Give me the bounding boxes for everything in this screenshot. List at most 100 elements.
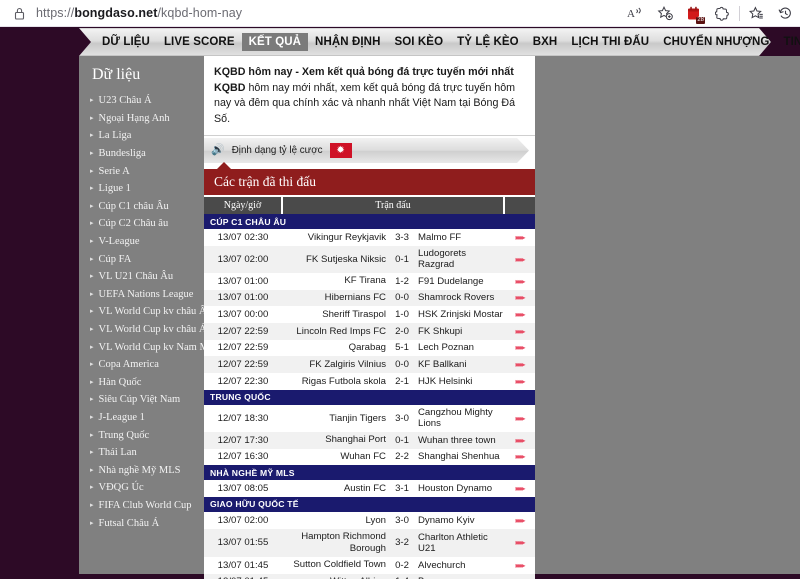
table-row[interactable]: 13/07 01:55Hampton Richmond Borough3-2Ch… <box>204 529 535 557</box>
sidebar-item-19[interactable]: ▸Trung Quốc <box>79 426 204 444</box>
match-score: 5-1 <box>386 340 418 357</box>
home-team: FK Sutjeska Niksic <box>282 246 386 273</box>
sidebar-item-10[interactable]: ▸VL U21 Châu Âu <box>79 268 204 286</box>
sidebar-item-13[interactable]: ▸VL World Cup kv châu Á <box>79 321 204 339</box>
sidebar-item-1[interactable]: ▸Ngoại Hạng Anh <box>79 110 204 128</box>
sidebar-item-24[interactable]: ▸Futsal Châu Á <box>79 514 204 532</box>
nav-item-4[interactable]: SOI KÈO <box>387 33 450 51</box>
sidebar-item-12[interactable]: ▸VL World Cup kv châu Âu <box>79 303 204 321</box>
arrow-marker-icon: ▸▸▸▸ <box>515 516 523 525</box>
match-detail-arrows-icon[interactable]: ▸▸▸▸ <box>504 512 535 529</box>
match-detail-arrows-icon[interactable]: ▸▸▸▸ <box>504 529 535 557</box>
table-row[interactable]: 13/07 01:00Hibernians FC0-0Shamrock Rove… <box>204 290 535 307</box>
hong-kong-odds-flag[interactable]: ✹ <box>330 143 352 158</box>
nav-item-3[interactable]: NHẬN ĐỊNH <box>308 33 387 51</box>
table-row[interactable]: 12/07 22:30Rigas Futbola skola2-1HJK Hel… <box>204 373 535 390</box>
add-to-collections-icon[interactable] <box>650 0 679 27</box>
nav-item-6[interactable]: BXH <box>526 33 565 51</box>
match-detail-arrows-icon[interactable]: ▸▸▸▸ <box>504 557 535 574</box>
league-name: CÚP C1 CHÂU ÂU <box>204 214 535 229</box>
table-row[interactable]: 13/07 02:00Lyon3-0Dynamo Kyiv▸▸▸▸ <box>204 512 535 529</box>
nav-item-2[interactable]: KẾT QUẢ <box>242 33 308 51</box>
table-row[interactable]: 13/07 01:45Sutton Coldfield Town0-2Alvec… <box>204 557 535 574</box>
sidebar-item-6[interactable]: ▸Cúp C1 châu Âu <box>79 198 204 216</box>
sidebar-item-3[interactable]: ▸Bundesliga <box>79 145 204 163</box>
table-row[interactable]: 12/07 18:30Tianjin Tigers3-0Cangzhou Mig… <box>204 405 535 432</box>
calendar-extension-icon[interactable]: 28 <box>679 0 708 27</box>
match-detail-arrows-icon[interactable]: ▸▸▸▸ <box>504 306 535 323</box>
sidebar-item-21[interactable]: ▸Nhà nghề Mỹ MLS <box>79 461 204 479</box>
match-detail-arrows-icon[interactable]: ▸▸▸▸ <box>504 290 535 307</box>
table-row[interactable]: 12/07 22:59FK Zalgiris Vilnius0-0KF Ball… <box>204 356 535 373</box>
sidebar-item-0[interactable]: ▸U23 Châu Á <box>79 92 204 110</box>
match-detail-arrows-icon[interactable]: ▸▸▸▸ <box>504 480 535 497</box>
table-row[interactable]: 13/07 02:00FK Sutjeska Niksic0-1Ludogore… <box>204 246 535 273</box>
match-time: 13/07 02:00 <box>204 246 282 273</box>
away-team: FK Shkupi <box>418 323 504 340</box>
nav-item-5[interactable]: TỶ LỆ KÈO <box>450 33 526 51</box>
sidebar-item-label: Nhà nghề Mỹ MLS <box>99 465 181 476</box>
sidebar-item-8[interactable]: ▸V-League <box>79 233 204 251</box>
sidebar-item-label: Cúp FA <box>99 254 132 265</box>
match-detail-arrows-icon[interactable]: ▸▸▸▸ <box>504 340 535 357</box>
match-detail-arrows-icon[interactable]: ▸▸▸▸ <box>504 432 535 449</box>
table-row[interactable]: 13/07 02:30Vikingur Reykjavik3-3Malmo FF… <box>204 229 535 246</box>
nav-item-8[interactable]: CHUYỂN NHƯỢNG <box>656 33 776 51</box>
sidebar-item-label: Cúp C2 Châu âu <box>99 218 169 229</box>
table-row[interactable]: 13/07 08:05Austin FC3-1Houston Dynamo▸▸▸… <box>204 480 535 497</box>
nav-item-9[interactable]: TIN TỨC <box>776 33 800 51</box>
match-detail-arrows-icon[interactable]: ▸▸▸▸ <box>504 356 535 373</box>
match-detail-arrows-icon[interactable]: ▸▸▸▸ <box>504 405 535 432</box>
match-detail-arrows-icon[interactable]: ▸▸▸▸ <box>504 229 535 246</box>
chevron-right-icon: ▸ <box>90 484 94 491</box>
sidebar-item-23[interactable]: ▸FIFA Club World Cup <box>79 497 204 515</box>
away-team: Barrow <box>418 574 504 579</box>
nav-item-0[interactable]: DỮ LIỆU <box>95 33 157 51</box>
favorites-icon[interactable] <box>742 0 771 27</box>
sidebar-item-9[interactable]: ▸Cúp FA <box>79 250 204 268</box>
intro-block: KQBD hôm nay - Xem kết quả bóng đá trực … <box>204 56 535 136</box>
nav-item-1[interactable]: LIVE SCORE <box>157 33 242 51</box>
match-time: 12/07 17:30 <box>204 432 282 449</box>
page-root: DỮ LIỆULIVE SCOREKẾT QUẢNHẬN ĐỊNHSOI KÈO… <box>0 27 800 574</box>
sidebar-item-20[interactable]: ▸Thái Lan <box>79 444 204 462</box>
match-detail-arrows-icon[interactable]: ▸▸▸▸ <box>504 574 535 579</box>
match-detail-arrows-icon[interactable]: ▸▸▸▸ <box>504 323 535 340</box>
chevron-right-icon: ▸ <box>90 150 94 157</box>
sidebar-item-16[interactable]: ▸Hàn Quốc <box>79 374 204 392</box>
table-row[interactable]: 12/07 22:59Qarabag5-1Lech Poznan▸▸▸▸ <box>204 340 535 357</box>
table-row[interactable]: 12/07 17:30Shanghai Port0-1Wuhan three t… <box>204 432 535 449</box>
sidebar-item-22[interactable]: ▸VĐQG Úc <box>79 479 204 497</box>
history-icon[interactable] <box>771 0 800 27</box>
read-aloud-icon[interactable]: A <box>621 0 650 27</box>
sidebar-item-17[interactable]: ▸Siêu Cúp Việt Nam <box>79 391 204 409</box>
sidebar-item-18[interactable]: ▸J-League 1 <box>79 409 204 427</box>
sidebar-item-15[interactable]: ▸Copa America <box>79 356 204 374</box>
nav-item-7[interactable]: LỊCH THI ĐẤU <box>564 33 656 51</box>
sidebar-item-7[interactable]: ▸Cúp C2 Châu âu <box>79 215 204 233</box>
sidebar-item-label: Serie A <box>99 166 130 177</box>
match-detail-arrows-icon[interactable]: ▸▸▸▸ <box>504 246 535 273</box>
away-team: Shamrock Rovers <box>418 290 504 307</box>
sidebar-item-4[interactable]: ▸Serie A <box>79 162 204 180</box>
table-row[interactable]: 13/07 00:00Sheriff Tiraspol1-0HSK Zrinjs… <box>204 306 535 323</box>
table-row[interactable]: 13/07 01:00KF Tirana1-2F91 Dudelange▸▸▸▸ <box>204 273 535 290</box>
table-row[interactable]: 12/07 22:59Lincoln Red Imps FC2-0FK Shku… <box>204 323 535 340</box>
sidebar-item-2[interactable]: ▸La Liga <box>79 127 204 145</box>
away-team: Cangzhou Mighty Lions <box>418 405 504 432</box>
match-detail-arrows-icon[interactable]: ▸▸▸▸ <box>504 373 535 390</box>
sidebar-item-label: Hàn Quốc <box>99 377 142 388</box>
chevron-right-icon: ▸ <box>90 326 94 333</box>
browser-extensions-icon[interactable] <box>708 0 737 27</box>
home-team: Hibernians FC <box>282 290 386 307</box>
sidebar-item-11[interactable]: ▸UEFA Nations League <box>79 286 204 304</box>
address-bar-url[interactable]: https://bongdaso.net/kqbd-hom-nay <box>36 6 242 20</box>
sidebar-item-5[interactable]: ▸Ligue 1 <box>79 180 204 198</box>
sidebar-item-14[interactable]: ▸VL World Cup kv Nam Mỹ <box>79 338 204 356</box>
match-detail-arrows-icon[interactable]: ▸▸▸▸ <box>504 273 535 290</box>
match-score: 0-2 <box>386 557 418 574</box>
table-row[interactable]: 13/07 01:45Witton Albion1-4Barrow▸▸▸▸ <box>204 574 535 579</box>
match-score: 3-2 <box>386 529 418 557</box>
table-row[interactable]: 12/07 16:30Wuhan FC2-2Shanghai Shenhua▸▸… <box>204 449 535 466</box>
match-detail-arrows-icon[interactable]: ▸▸▸▸ <box>504 449 535 466</box>
